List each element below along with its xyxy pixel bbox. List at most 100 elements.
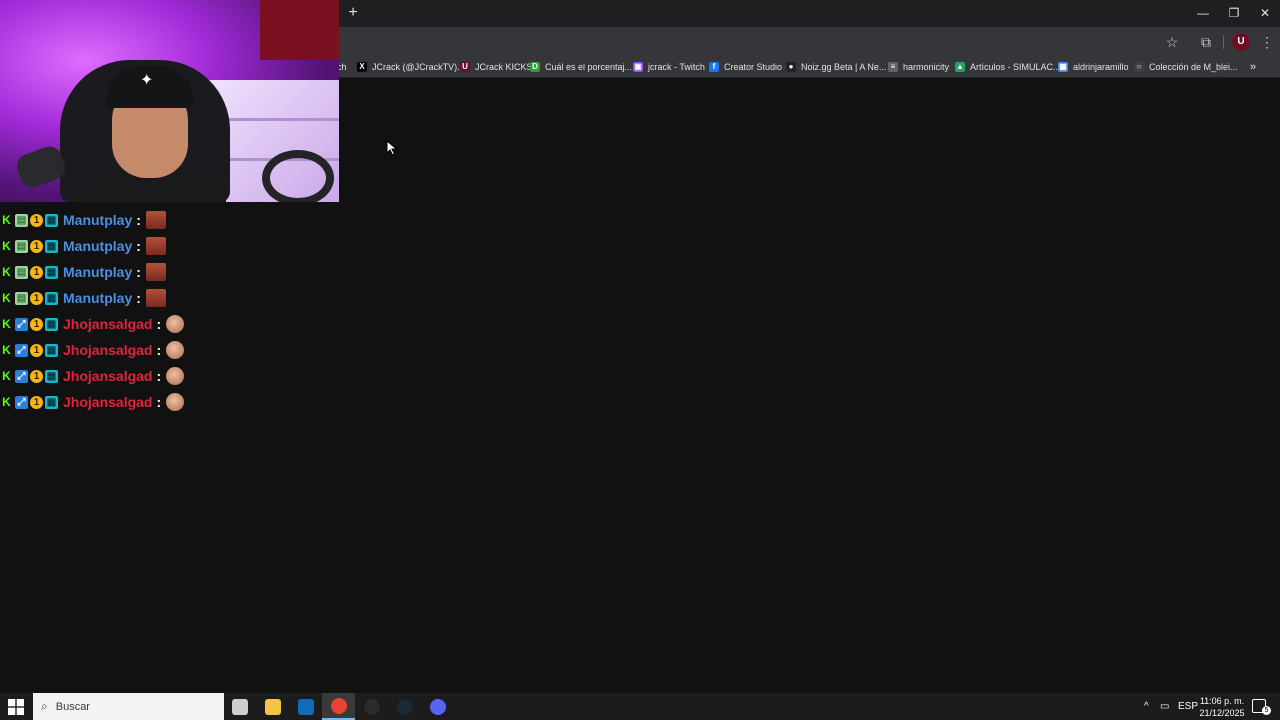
gift-badge-icon: ▦ <box>45 291 58 305</box>
user-badge-icon: ⤢ <box>15 317 28 331</box>
jumpman-logo-icon: ✦ <box>140 72 154 89</box>
close-window-button[interactable]: ✕ <box>1249 0 1280 27</box>
subscriber-badge-icon: 1 <box>30 395 43 409</box>
bookmark-item[interactable]: ▲ Artículos - SIMULAC... <box>955 59 1061 75</box>
bookmark-item[interactable]: D Cuál es el porcentaj... <box>530 59 632 75</box>
google-drive-icon: ▲ <box>955 62 965 72</box>
site-favicon-icon: D <box>530 62 540 72</box>
subscriber-badge-icon: 1 <box>30 265 43 279</box>
chat-message: K ▤ 1 ▦ Manutplay: <box>0 208 166 232</box>
language-indicator[interactable]: ESP <box>1178 693 1198 720</box>
chat-username[interactable]: Jhojansalgad <box>63 394 152 410</box>
chat-separator: : <box>156 342 162 358</box>
subscriber-badge-icon: 1 <box>30 213 43 227</box>
taskbar-app-task-view[interactable] <box>223 693 256 720</box>
network-icon[interactable]: ▭ <box>1160 693 1169 720</box>
user-badge-icon: ⤢ <box>15 369 28 383</box>
bookmark-item[interactable]: ▦ aldrinjaramillo <box>1058 59 1129 75</box>
bookmark-star-icon[interactable]: ☆ <box>1162 32 1182 52</box>
subscriber-badge-icon: 1 <box>30 317 43 331</box>
chat-separator: : <box>156 394 162 410</box>
chat-separator: : <box>136 238 141 254</box>
chat-username[interactable]: Manutplay <box>63 290 132 306</box>
mouse-cursor-icon <box>386 140 398 156</box>
kick-badge-icon: K <box>2 212 11 227</box>
kick-badge-icon: K <box>2 394 11 409</box>
bookmark-item[interactable]: ○ Colección de M_blei... <box>1134 59 1238 75</box>
bookmark-item[interactable]: f Creator Studio <box>709 59 782 75</box>
gift-badge-icon: ▦ <box>45 239 58 253</box>
maximize-button[interactable]: ❐ <box>1218 0 1250 27</box>
bookmark-label: Artículos - SIMULAC... <box>970 62 1061 72</box>
kick-badge-icon: K <box>2 342 11 357</box>
chat-separator: : <box>136 212 141 228</box>
taskbar-app-chrome[interactable] <box>322 693 355 720</box>
chrome-icon <box>330 697 347 714</box>
kick-badge-icon: K <box>2 264 11 279</box>
chat-username[interactable]: Jhojansalgad <box>63 342 152 358</box>
bookmark-label: jcrack - Twitch <box>648 62 705 72</box>
bookmark-item[interactable]: X JCrack (@JCrackTV)... <box>357 59 465 75</box>
subscriber-badge-icon: 1 <box>30 369 43 383</box>
bookmark-item[interactable]: ≡ harmonicity <box>888 59 949 75</box>
taskbar-clock[interactable]: 11:06 p. m. 21/12/2025 <box>1196 695 1248 719</box>
tray-overflow-chevron-icon[interactable]: ^ <box>1144 693 1149 720</box>
taskbar-app-obs[interactable] <box>355 693 388 720</box>
bookmark-label: Creator Studio <box>724 62 783 72</box>
taskbar-search-box[interactable]: ⌕ Buscar <box>33 693 224 720</box>
bookmark-label: JCrack KICKS <box>475 62 533 72</box>
minimize-button[interactable]: — <box>1187 0 1219 27</box>
gift-badge-icon: ▦ <box>45 369 58 383</box>
kick-badge-icon: K <box>2 368 11 383</box>
extensions-icon[interactable]: ⧉ <box>1196 32 1216 52</box>
noiz-logo-icon: ● <box>786 62 796 72</box>
chat-separator: : <box>136 264 141 280</box>
gift-badge-icon: ▦ <box>45 395 58 409</box>
chat-emote <box>145 289 166 307</box>
chat-username[interactable]: Manutplay <box>63 264 132 280</box>
subscriber-badge-icon: 1 <box>30 343 43 357</box>
chat-emote <box>166 315 185 333</box>
subscriber-badge-icon: 1 <box>30 239 43 253</box>
discord-icon <box>429 698 446 715</box>
chat-username[interactable]: Manutplay <box>63 238 132 254</box>
taskbar-app-steam[interactable] <box>388 693 421 720</box>
bookmark-item[interactable]: ● Noiz.gg Beta | A Ne... <box>786 59 886 75</box>
search-icon: ⌕ <box>41 699 48 713</box>
chat-separator: : <box>156 316 162 332</box>
x-logo-icon: X <box>357 62 367 72</box>
file-explorer-icon <box>264 698 281 715</box>
browser-menu-icon[interactable]: ⋮ <box>1257 32 1277 52</box>
chat-username[interactable]: Jhojansalgad <box>63 368 152 384</box>
more-bookmarks-button[interactable]: » <box>1250 59 1256 75</box>
gift-badge-icon: ▦ <box>45 317 58 331</box>
chat-username[interactable]: Jhojansalgad <box>63 316 152 332</box>
new-tab-button[interactable]: + <box>344 4 362 22</box>
windows-start-icon[interactable] <box>8 699 24 715</box>
bookmark-item[interactable]: U JCrack KICKS <box>460 59 533 75</box>
taskbar-app-outlook[interactable] <box>289 693 322 720</box>
steam-icon <box>396 698 413 715</box>
kick-badge-icon: K <box>2 290 11 305</box>
kick-badge-icon: K <box>2 238 11 253</box>
twitch-logo-icon: ▣ <box>633 62 643 72</box>
chat-emote <box>145 237 166 255</box>
obs-icon <box>363 698 380 715</box>
chat-separator: : <box>136 290 141 306</box>
user-badge-icon: ▤ <box>15 239 28 253</box>
chat-separator: : <box>156 368 162 384</box>
bookmark-item[interactable]: ▣ jcrack - Twitch <box>633 59 705 75</box>
harmonicity-logo-icon: ≡ <box>888 62 898 72</box>
kick-logo-icon: U <box>460 62 470 72</box>
chat-username[interactable]: Manutplay <box>63 212 132 228</box>
chat-message: K ⤢ 1 ▦ Jhojansalgad: <box>0 312 185 336</box>
subscriber-badge-icon: 1 <box>30 291 43 305</box>
notification-count-badge: 5 <box>1262 706 1271 715</box>
kick-badge-icon: K <box>2 316 11 331</box>
taskbar-app-file-explorer[interactable] <box>256 693 289 720</box>
bookmark-label: Colección de M_blei... <box>1149 62 1238 72</box>
chat-emote <box>166 367 185 385</box>
taskbar-app-discord[interactable] <box>421 693 454 720</box>
facebook-logo-icon: f <box>709 62 719 72</box>
profile-avatar-icon[interactable]: U <box>1232 33 1250 51</box>
